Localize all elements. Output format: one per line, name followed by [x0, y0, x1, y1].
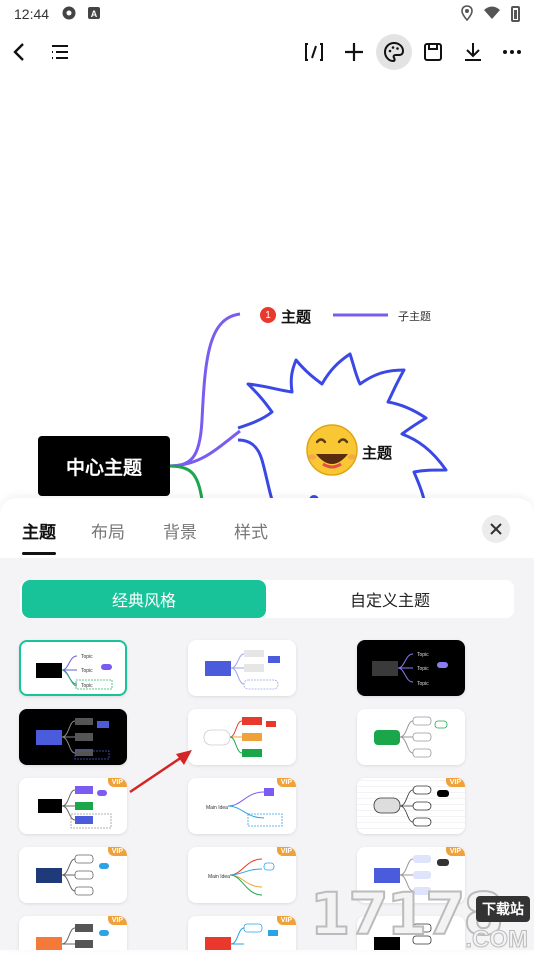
thumb-topic-text: Topic [81, 668, 93, 674]
close-icon[interactable] [482, 515, 510, 543]
custom-theme-button[interactable]: 自定义主题 [268, 580, 512, 618]
vip-badge: VIP [445, 847, 465, 856]
thumb-topic-text: Topic [417, 666, 429, 672]
vip-badge: VIP [107, 778, 127, 787]
theme-card-13[interactable]: VIP [19, 916, 127, 950]
vip-badge: VIP [445, 778, 465, 787]
theme-card-14[interactable]: VIP [188, 916, 296, 950]
theme-card-2[interactable] [188, 640, 296, 696]
mindmap-connectors [167, 312, 448, 505]
vip-badge: VIP [107, 847, 127, 856]
theme-card-3[interactable]: Topic Topic Topic [357, 640, 465, 696]
tab-layout[interactable]: 布局 [91, 518, 125, 543]
vip-badge: VIP [276, 916, 296, 925]
site-watermark: 17178 下载站 .COM [308, 876, 534, 954]
vip-badge: VIP [276, 778, 296, 787]
topic-node-2[interactable]: 主题 [362, 442, 392, 463]
thumb-topic-text: Topic [417, 681, 429, 687]
theme-card-1[interactable]: Topic Topic Topic [19, 640, 127, 696]
theme-card-9[interactable]: VIP [357, 778, 465, 834]
vip-badge: VIP [107, 916, 127, 925]
vip-badge: VIP [276, 847, 296, 856]
central-topic-node[interactable]: 中心主题 [38, 436, 170, 496]
theme-card-6[interactable] [357, 709, 465, 765]
theme-segment-control: 经典风格 自定义主题 [20, 580, 514, 618]
tab-indicator [22, 552, 56, 555]
watermark-tag: 下载站 [476, 896, 530, 922]
tab-theme[interactable]: 主题 [22, 518, 56, 543]
tab-background[interactable]: 背景 [163, 518, 197, 543]
thumb-main-idea-text: Main Idea [208, 874, 230, 880]
theme-card-11[interactable]: Main Idea VIP [188, 847, 296, 903]
thumb-topic-text: Topic [81, 654, 93, 660]
thumb-main-idea-text: Main Idea [206, 805, 228, 811]
classic-style-button[interactable]: 经典风格 [22, 580, 266, 618]
theme-card-5[interactable] [188, 709, 296, 765]
theme-card-10[interactable]: VIP [19, 847, 127, 903]
topic-node-1[interactable]: 主题 [281, 306, 311, 327]
thumb-topic-text: Topic [81, 683, 93, 689]
sheet-header: 主题 布局 背景 样式 [0, 498, 534, 558]
theme-card-8[interactable]: Main Idea VIP [188, 778, 296, 834]
subtopic-node[interactable]: 子主题 [398, 308, 431, 324]
thumb-topic-text: Topic [417, 652, 429, 658]
priority-badge: 1 [260, 307, 276, 323]
theme-card-7[interactable]: VIP [19, 778, 127, 834]
theme-card-4[interactable] [19, 709, 127, 765]
tab-style[interactable]: 样式 [234, 518, 268, 543]
